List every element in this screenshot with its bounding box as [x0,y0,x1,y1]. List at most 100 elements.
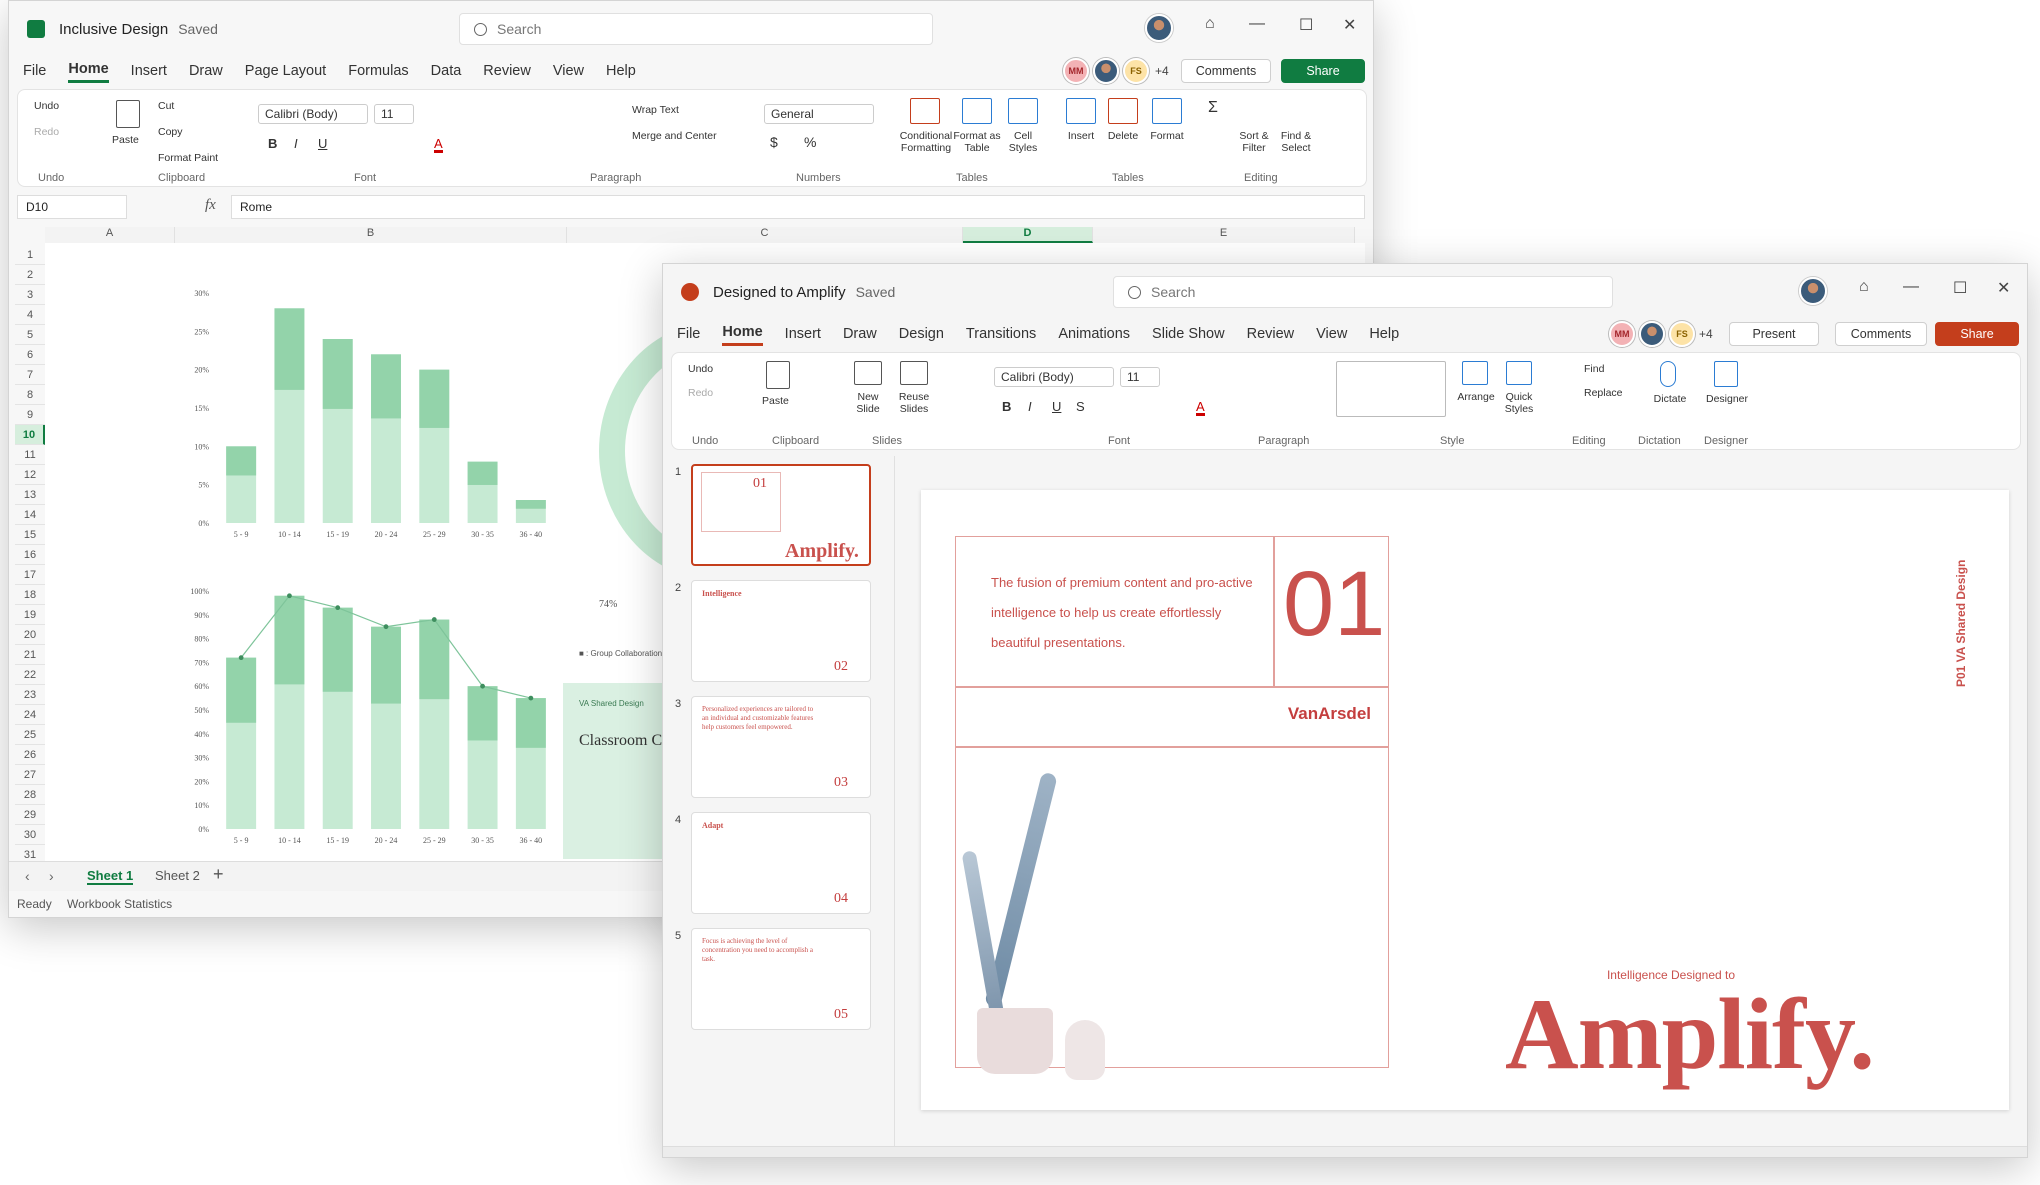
font-name-dropdown[interactable]: Calibri (Body) [258,104,368,124]
column-header-e[interactable]: E [1093,227,1355,243]
collaborators-more[interactable]: +4 [1155,64,1169,78]
slide-canvas[interactable]: The fusion of premium content and pro-ac… [921,490,2009,1110]
paste-button[interactable]: Paste [112,134,139,146]
shapes-gallery[interactable] [1336,361,1446,417]
conditional-formatting-icon[interactable] [910,98,940,124]
menu-data[interactable]: Data [431,63,462,82]
row-header-2[interactable]: 2 [15,265,45,285]
autosum-icon[interactable]: Σ [1208,100,1218,116]
arrange-icon[interactable] [1462,361,1488,385]
delete-cells-button[interactable]: Delete [1104,130,1142,142]
menu-file[interactable]: File [23,63,46,82]
fx-icon[interactable]: fx [205,197,216,214]
designer-button[interactable]: Designer [1706,393,1748,405]
row-header-3[interactable]: 3 [15,285,45,305]
row-header-16[interactable]: 16 [15,545,45,565]
slide-thumbnail-5[interactable]: Focus is achieving the level of concentr… [691,928,871,1030]
menu-slide-show[interactable]: Slide Show [1152,326,1225,345]
paste-icon[interactable] [766,361,790,389]
row-header-10[interactable]: 10 [15,425,45,445]
row-header-13[interactable]: 13 [15,485,45,505]
collaborator-chip-fs[interactable]: FS [1123,58,1149,84]
menu-help[interactable]: Help [1369,326,1399,345]
merge-center-button[interactable]: Merge and Center [632,130,717,142]
replace-button[interactable]: Replace [1584,387,1623,399]
redo-button[interactable]: Redo [688,387,713,399]
wrap-text-button[interactable]: Wrap Text [632,104,679,116]
reuse-slides-button[interactable]: Reuse Slides [894,391,934,415]
format-as-table-button[interactable]: Format as Table [952,130,1002,154]
microphone-icon[interactable] [1660,361,1676,387]
menu-draw[interactable]: Draw [189,63,223,82]
excel-search-input[interactable]: Search [459,13,933,45]
collaborator-avatar[interactable] [1639,321,1665,347]
collaborator-avatar[interactable] [1093,58,1119,84]
menu-formulas[interactable]: Formulas [348,63,408,82]
menu-insert[interactable]: Insert [131,63,167,82]
collaborator-chip-mm[interactable]: MM [1609,321,1635,347]
row-header-7[interactable]: 7 [15,365,45,385]
percent-button[interactable]: % [804,135,816,149]
row-header-27[interactable]: 27 [15,765,45,785]
formula-input[interactable]: Rome [231,195,1365,219]
close-icon[interactable]: ✕ [1997,278,2010,298]
copy-button[interactable]: Copy [158,126,183,138]
underline-button[interactable]: U [1052,400,1061,413]
menu-home[interactable]: Home [68,61,109,83]
new-slide-button[interactable]: New Slide [848,391,888,415]
row-header-8[interactable]: 8 [15,385,45,405]
feedback-icon[interactable]: ⌂ [1205,15,1215,33]
menu-file[interactable]: File [677,326,700,345]
close-icon[interactable]: ✕ [1343,15,1356,35]
bold-button[interactable]: B [1002,400,1011,413]
slide-body-text[interactable]: The fusion of premium content and pro-ac… [991,568,1257,658]
present-button[interactable]: Present [1729,322,1819,346]
row-header-12[interactable]: 12 [15,465,45,485]
share-button[interactable]: Share [1281,59,1365,83]
row-header-30[interactable]: 30 [15,825,45,845]
row-header-1[interactable]: 1 [15,245,45,265]
menu-view[interactable]: View [1316,326,1347,345]
row-header-22[interactable]: 22 [15,665,45,685]
collaborators-more[interactable]: +4 [1699,327,1713,341]
row-header-17[interactable]: 17 [15,565,45,585]
quick-styles-icon[interactable] [1506,361,1532,385]
row-header-23[interactable]: 23 [15,685,45,705]
arrange-button[interactable]: Arrange [1456,391,1496,403]
feedback-icon[interactable]: ⌂ [1859,278,1869,296]
format-cells-icon[interactable] [1152,98,1182,124]
row-header-26[interactable]: 26 [15,745,45,765]
row-header-11[interactable]: 11 [15,445,45,465]
menu-review[interactable]: Review [483,63,531,82]
menu-transitions[interactable]: Transitions [966,326,1036,345]
slide-thumbnail-1[interactable]: 01 Amplify. [691,464,871,566]
designer-icon[interactable] [1714,361,1738,387]
font-size-dropdown[interactable]: 11 [374,104,414,124]
prev-sheet-icon[interactable]: ‹ [25,868,30,884]
menu-draw[interactable]: Draw [843,326,877,345]
font-name-dropdown[interactable]: Calibri (Body) [994,367,1114,387]
new-slide-icon[interactable] [854,361,882,385]
font-color-button[interactable]: A [434,137,443,153]
row-header-21[interactable]: 21 [15,645,45,665]
column-header-c[interactable]: C [567,227,963,243]
row-header-5[interactable]: 5 [15,325,45,345]
column-header-d[interactable]: D [963,227,1093,243]
slide-number[interactable]: 01 [1283,552,1385,657]
reuse-slides-icon[interactable] [900,361,928,385]
font-size-dropdown[interactable]: 11 [1120,367,1160,387]
menu-review[interactable]: Review [1247,326,1295,345]
sort-filter-button[interactable]: Sort & Filter [1234,130,1274,154]
column-header-b[interactable]: B [175,227,567,243]
currency-button[interactable]: $ [770,135,778,149]
menu-design[interactable]: Design [899,326,944,345]
status-workbook-stats[interactable]: Workbook Statistics [67,897,172,911]
name-box[interactable]: D10 [17,195,127,219]
collaborator-chip-fs[interactable]: FS [1669,321,1695,347]
menu-view[interactable]: View [553,63,584,82]
find-button[interactable]: Find [1584,363,1604,375]
slide-thumbnail-3[interactable]: Personalized experiences are tailored to… [691,696,871,798]
format-paint-button[interactable]: Format Paint [158,152,218,164]
row-header-29[interactable]: 29 [15,805,45,825]
row-header-9[interactable]: 9 [15,405,45,425]
